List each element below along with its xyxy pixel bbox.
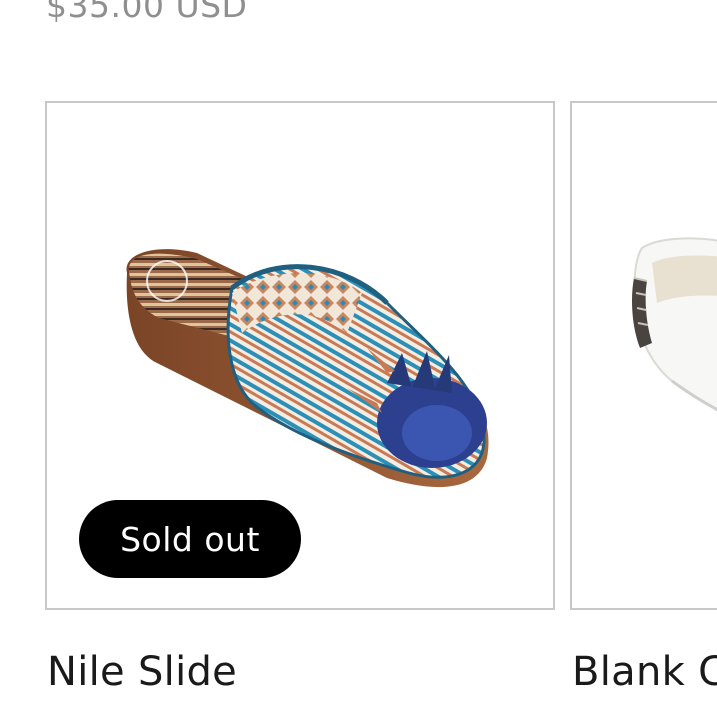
product-title[interactable]: Blank C [572,649,717,695]
product-card-blank[interactable] [570,101,717,610]
product-image-blank[interactable] [572,103,717,608]
product-grid-page: $35.00 USD Sold out Nile Slide Blank C [0,0,717,710]
product-card-nile-slide[interactable]: Sold out [45,101,555,610]
product-title[interactable]: Nile Slide [47,649,237,695]
sold-out-badge: Sold out [79,500,301,578]
product-price: $35.00 USD [46,0,248,25]
